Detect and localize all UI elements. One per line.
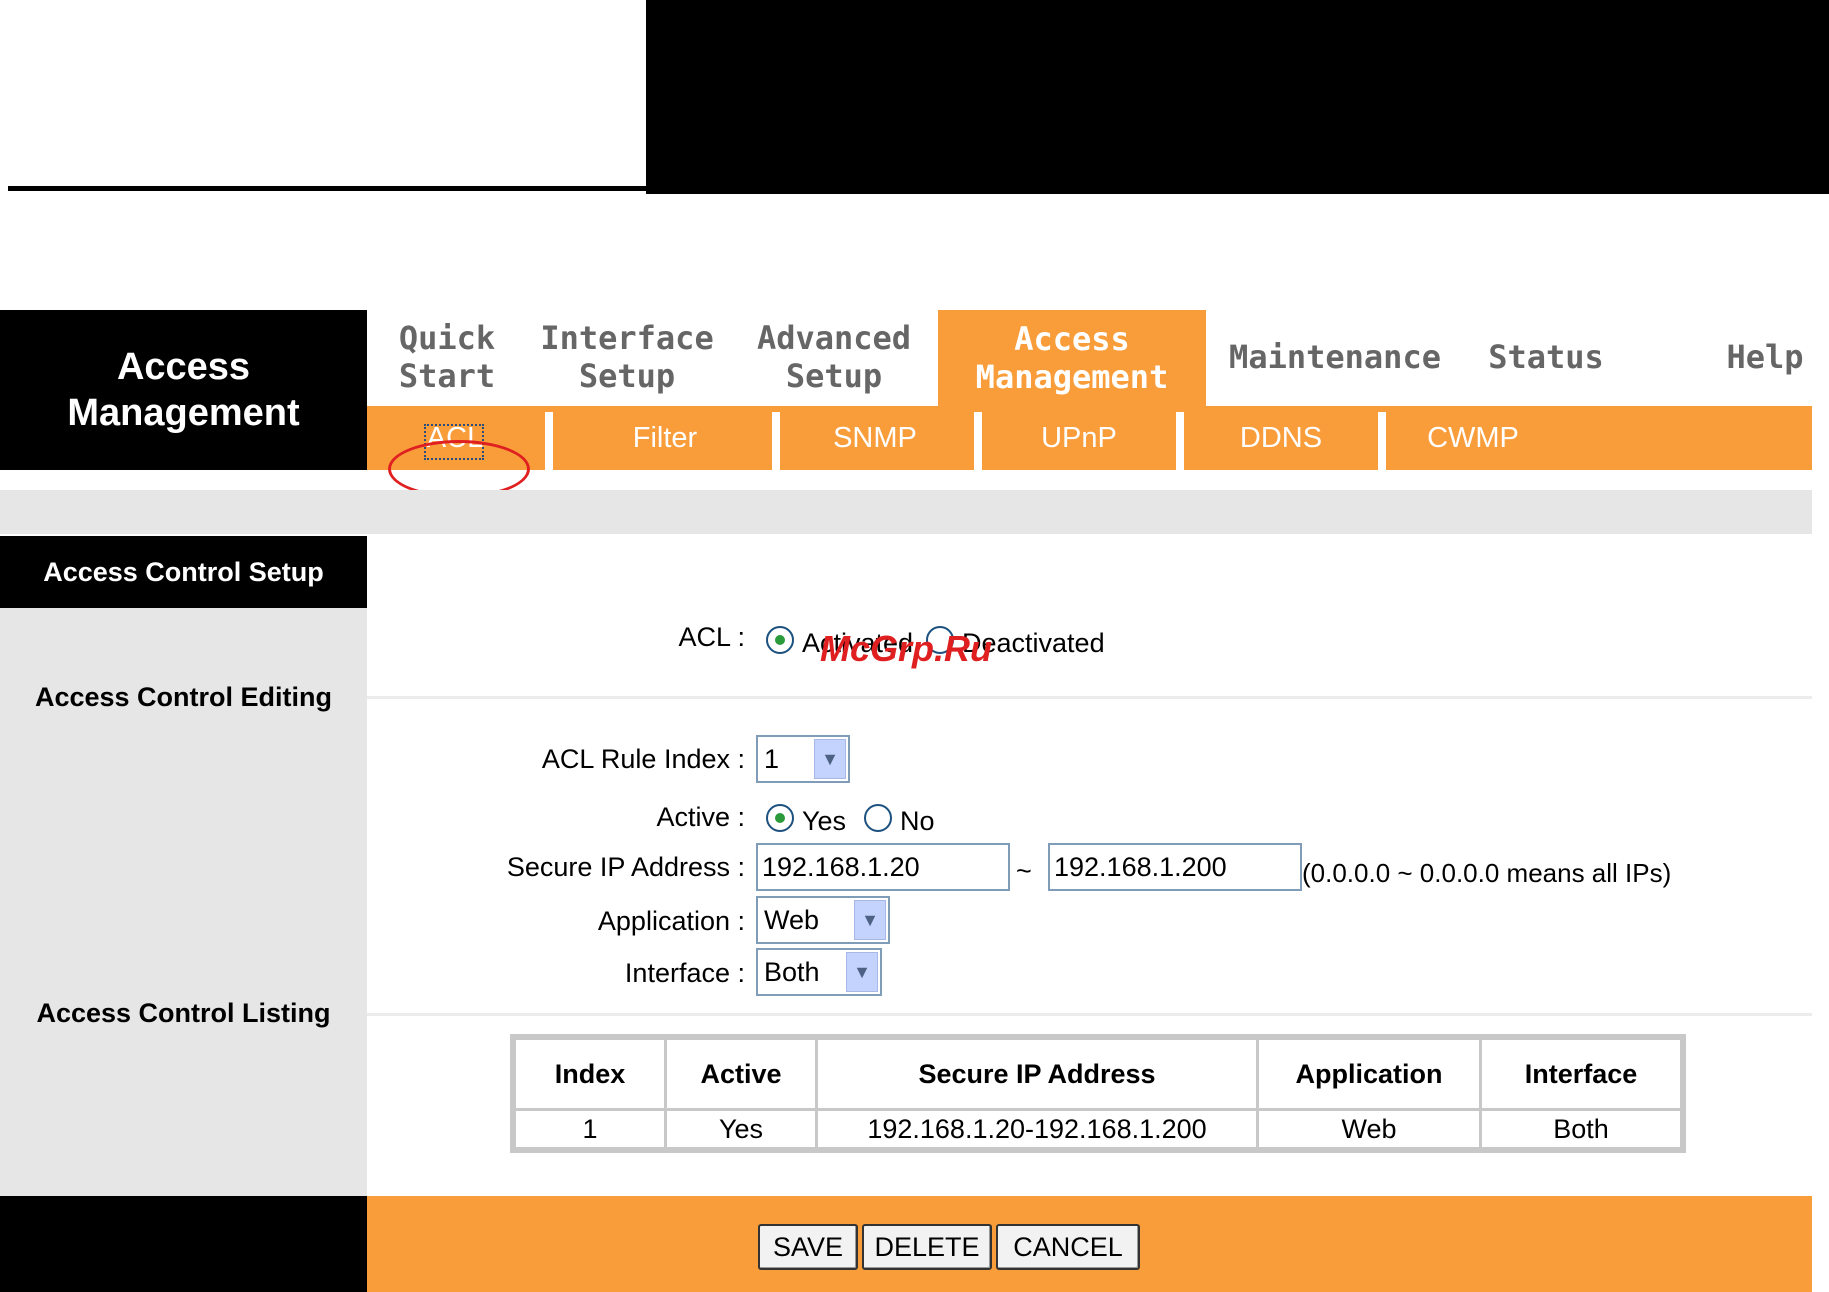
header-black-banner: [646, 0, 1829, 194]
left-column: [0, 536, 367, 1196]
subtab-filter[interactable]: Filter: [600, 406, 730, 470]
subtab-label: SNMP: [833, 421, 917, 454]
active-label: Active :: [656, 802, 745, 832]
tab-interface-setup[interactable]: Interface Setup: [540, 318, 713, 396]
subtab-label: CWMP: [1427, 421, 1519, 454]
brand-label: Access Management: [67, 346, 300, 434]
subtab-label: DDNS: [1239, 421, 1323, 454]
table-row: 1 Yes 192.168.1.20-192.168.1.200 Web Bot…: [516, 1111, 1680, 1147]
ip-start-value: 192.168.1.20: [762, 851, 920, 882]
tab-label: Quick Start: [398, 319, 496, 395]
subtab-snmp[interactable]: SNMP: [810, 406, 940, 470]
spacer-band: [0, 490, 1812, 534]
ip-end-field[interactable]: 192.168.1.200: [1048, 843, 1302, 891]
tab-quick-start[interactable]: Quick Start: [392, 318, 502, 396]
tab-access-management[interactable]: Access Management: [938, 310, 1206, 406]
section-title: Access Control Setup: [43, 556, 324, 587]
subtab-cwmp[interactable]: CWMP: [1408, 406, 1538, 470]
active-yes-radio[interactable]: [766, 804, 794, 832]
tab-maintenance[interactable]: Maintenance: [1229, 318, 1441, 396]
subtab-label: Filter: [632, 421, 698, 454]
ip-end-value: 192.168.1.200: [1054, 851, 1227, 882]
ip-hint: (0.0.0.0 ~ 0.0.0.0 means all IPs): [1302, 858, 1672, 888]
tab-label: Interface Setup: [540, 319, 714, 395]
rule-index-label: ACL Rule Index :: [541, 744, 745, 774]
ip-start-field[interactable]: 192.168.1.20: [756, 843, 1010, 891]
save-button[interactable]: SAVE: [758, 1224, 858, 1270]
subnav-separator: [1176, 412, 1184, 470]
table-header-row: Index Active Secure IP Address Applicati…: [516, 1040, 1680, 1108]
application-value: Web: [764, 904, 820, 935]
section-access-control-editing: Access Control Editing: [0, 682, 367, 713]
col-application: Application: [1259, 1040, 1479, 1108]
subnav-separator: [1378, 412, 1386, 470]
cell-index: 1: [516, 1111, 664, 1147]
subnav-separator: [545, 412, 553, 470]
chevron-down-icon: ▼: [814, 739, 846, 779]
tab-label: Maintenance: [1229, 338, 1441, 376]
interface-value: Both: [764, 956, 820, 987]
cell-secure-ip: 192.168.1.20-192.168.1.200: [818, 1111, 1256, 1147]
active-no-label: No: [900, 806, 935, 836]
subtab-upnp[interactable]: UPnP: [1014, 406, 1144, 470]
application-select[interactable]: Web ▼: [756, 896, 890, 944]
tab-label: Access Management: [975, 320, 1169, 396]
tab-help[interactable]: Help: [1720, 318, 1810, 396]
header-divider: [8, 186, 648, 191]
section-title: Access Control Editing: [34, 682, 333, 712]
chevron-down-icon: ▼: [854, 900, 886, 940]
section-access-control-listing: Access Control Listing: [0, 998, 367, 1029]
divider: [367, 1013, 1812, 1016]
section-access-control-setup: Access Control Setup: [0, 536, 367, 608]
listing-table: Index Active Secure IP Address Applicati…: [510, 1034, 1686, 1153]
active-yes-label: Yes: [802, 806, 847, 836]
cell-active: Yes: [667, 1111, 815, 1147]
rule-index-value: 1: [764, 743, 780, 774]
subtab-label: UPnP: [1041, 421, 1117, 454]
tab-label: Help: [1726, 338, 1804, 376]
tab-label: Advanced Setup: [756, 319, 912, 395]
tab-status[interactable]: Status: [1488, 318, 1604, 396]
interface-label: Interface :: [624, 958, 745, 988]
tab-label: Status: [1488, 338, 1604, 376]
cell-interface: Both: [1482, 1111, 1680, 1147]
subtab-ddns[interactable]: DDNS: [1216, 406, 1346, 470]
ip-range-separator: ~: [1016, 856, 1032, 886]
application-label: Application :: [597, 906, 745, 936]
chevron-down-icon: ▼: [846, 952, 878, 992]
col-index: Index: [516, 1040, 664, 1108]
subnav-separator: [772, 412, 780, 470]
acl-label: ACL :: [678, 622, 745, 652]
subnav-separator: [974, 412, 982, 470]
col-secure-ip: Secure IP Address: [818, 1040, 1256, 1108]
page-brand-title: Access Management: [0, 310, 367, 470]
cell-application: Web: [1259, 1111, 1479, 1147]
rule-index-select[interactable]: 1 ▼: [756, 735, 850, 783]
col-active: Active: [667, 1040, 815, 1108]
delete-button[interactable]: DELETE: [862, 1224, 992, 1270]
watermark: McGrp.Ru: [820, 628, 993, 669]
interface-select[interactable]: Both ▼: [756, 948, 882, 996]
cancel-button[interactable]: CANCEL: [996, 1224, 1140, 1270]
section-title: Access Control Listing: [36, 998, 331, 1028]
col-interface: Interface: [1482, 1040, 1680, 1108]
acl-listing-table: Index Active Secure IP Address Applicati…: [510, 1034, 1686, 1153]
footer-left-block: [0, 1196, 367, 1292]
divider: [367, 696, 1812, 699]
secure-ip-label: Secure IP Address :: [506, 852, 745, 882]
tab-advanced-setup[interactable]: Advanced Setup: [748, 318, 920, 396]
acl-activated-radio[interactable]: [766, 626, 794, 654]
active-no-radio[interactable]: [864, 804, 892, 832]
